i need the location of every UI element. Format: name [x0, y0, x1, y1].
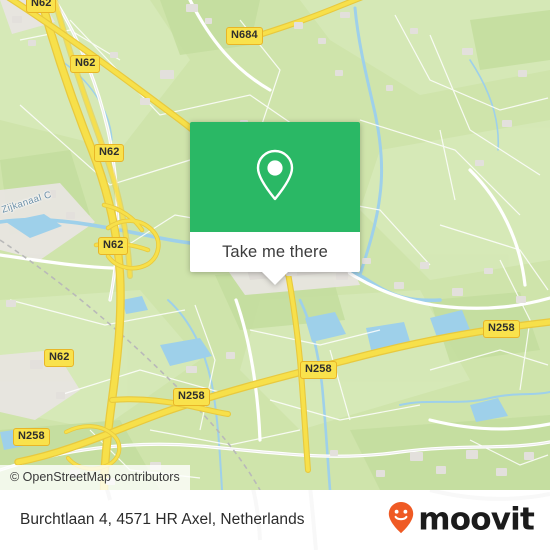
road-shield-n62-top[interactable]: N62 — [26, 0, 57, 13]
take-me-there-label: Take me there — [222, 242, 328, 261]
popup-footer[interactable]: Take me there — [190, 232, 360, 272]
osm-attribution[interactable]: © OpenStreetMap contributors — [0, 465, 190, 490]
road-shield-n258-center[interactable]: N258 — [300, 361, 337, 379]
map-screenshot: N62 N684 N62 N62 N62 N62 N258 N258 N258 … — [0, 0, 550, 550]
location-popup-card[interactable]: Take me there — [190, 122, 360, 285]
road-shield-n62-upper-left[interactable]: N62 — [70, 55, 101, 73]
moovit-pin-smiley-icon — [386, 501, 416, 540]
road-shield-n258-bottom[interactable]: N258 — [173, 388, 210, 406]
road-shield-n258-bottom-left[interactable]: N258 — [13, 428, 50, 446]
popup-header — [190, 122, 360, 232]
map-pin-icon — [253, 147, 297, 208]
road-shield-n258-right[interactable]: N258 — [483, 320, 520, 338]
road-shield-n684[interactable]: N684 — [226, 27, 263, 45]
road-shield-n62-canal[interactable]: N62 — [98, 237, 129, 255]
map-canvas[interactable]: N62 N684 N62 N62 N62 N62 N258 N258 N258 … — [0, 0, 550, 490]
address-label: Burchtlaan 4, 4571 HR Axel, Netherlands — [20, 511, 305, 528]
road-shield-n62-mid-left[interactable]: N62 — [94, 144, 125, 162]
footer-bar: Burchtlaan 4, 4571 HR Axel, Netherlands … — [0, 490, 550, 550]
moovit-logo[interactable]: moovit — [386, 501, 535, 540]
road-shield-n62-lower-left[interactable]: N62 — [44, 349, 75, 367]
popup-pointer-arrow — [262, 272, 288, 285]
moovit-wordmark: moovit — [418, 501, 535, 538]
